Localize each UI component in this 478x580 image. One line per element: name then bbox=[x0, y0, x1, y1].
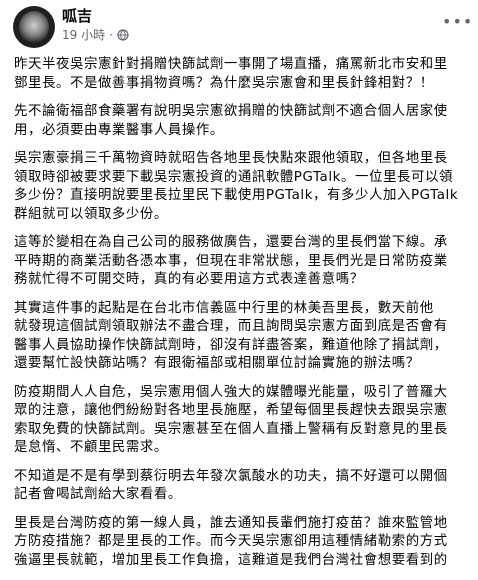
post-body: 昨天半夜吳宗憲針對捐贈快篩試劑一事開了場直播，痛罵新北市安和里 鄧里長。不是做善… bbox=[14, 56, 465, 580]
separator-dot: · bbox=[109, 28, 113, 42]
post-paragraph: 防疫期間人人自危，吳宗憲用個人強大的媒體曝光能量，吸引了普羅大 眾的注意，讓他們… bbox=[14, 384, 448, 456]
facebook-post: 呱吉 19 小時 · ••• 昨天半夜吳宗憲針對捐贈快篩試劑一事開了場直播，痛罵… bbox=[0, 0, 478, 568]
post-paragraph: 不知道是不是有學到蔡衍明去年發次氯酸水的功夫，搞不好還可以開個 記者會喝試劑給大… bbox=[14, 468, 448, 503]
post-paragraph: 先不論衛福部食藥署有說明吳宗憲欲捐贈的快篩試劑不適合個人居家使 用，必須要由專業… bbox=[14, 104, 448, 138]
post-paragraph: 其實這件事的起點是在台北市信義區中行里的林美吾里長，數天前他 就發現這個試劑領取… bbox=[14, 300, 448, 372]
post-time[interactable]: 19 小時 bbox=[62, 27, 105, 43]
globe-icon[interactable] bbox=[117, 29, 129, 41]
avatar[interactable] bbox=[13, 6, 55, 48]
post-paragraph: 吳宗憲豪捐三千萬物資時就昭告各地里長快點來跟他領取，但各地里長 領取時卻被要求要… bbox=[14, 151, 459, 222]
avatar-photo bbox=[19, 11, 49, 43]
more-options-icon[interactable]: ••• bbox=[442, 12, 472, 32]
post-meta: 19 小時 · bbox=[62, 27, 129, 43]
post-paragraph: 昨天半夜吳宗憲針對捐贈快篩試劑一事開了場直播，痛罵新北市安和里 鄧里長。不是做善… bbox=[14, 57, 448, 91]
post-header: 呱吉 19 小時 · ••• bbox=[0, 0, 478, 48]
post-paragraph: 里長是台灣防疫的第一線人員，誰去通知長輩們施打疫苗？誰來監管地 方防疫措施？都是… bbox=[14, 515, 448, 568]
author-name[interactable]: 呱吉 bbox=[62, 7, 92, 25]
post-paragraph: 這等於變相在為自己公司的服務做廣告，還要台灣的里長們當下線。承 平時期的商業活動… bbox=[14, 235, 448, 287]
